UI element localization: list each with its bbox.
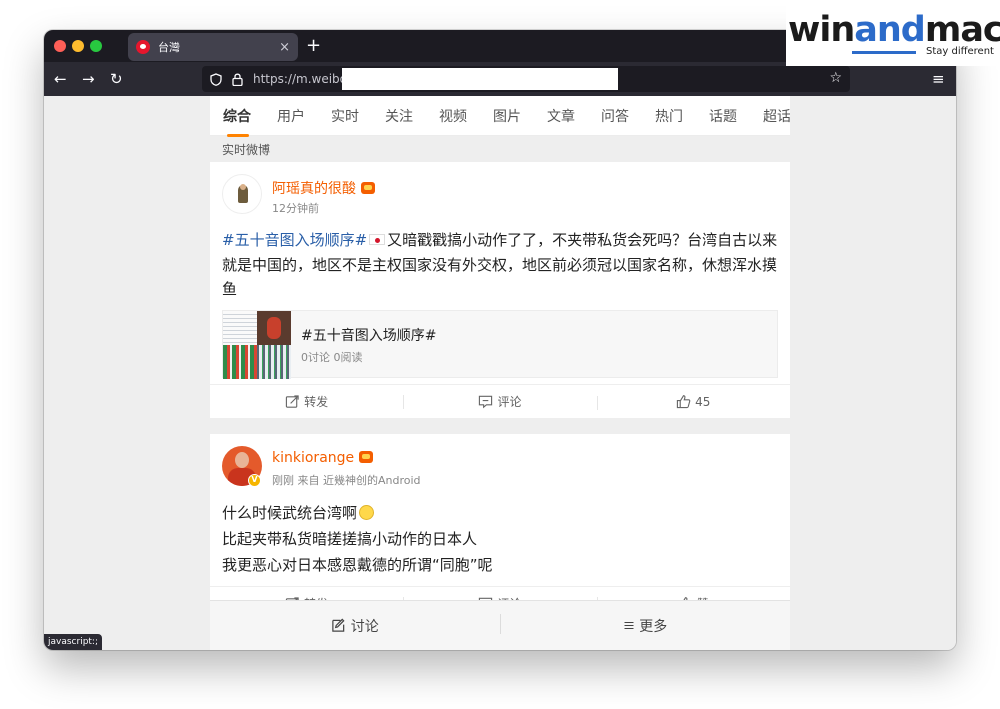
repost-icon [286,395,299,408]
weibo-column: 综合 用户 实时 关注 视频 图片 文章 问答 热门 话题 超话 实时微博 阿瑶… [210,96,790,650]
navigation-bar: ← → ↻ https://m.weibo.cn ☆ ≡ [44,62,956,96]
repost-button[interactable]: 转发 [210,393,403,410]
tab-following[interactable]: 关注 [372,106,426,126]
post-text: #五十音图入场顺序# 又暗戳戳搞小动作了了，不夹带私货会死吗？台湾自古以来就是中国… [222,231,778,298]
topic-link-card[interactable]: #五十音图入场顺序# 0讨论 0阅读 [222,310,778,379]
post-username[interactable]: kinkiorange [272,450,374,466]
post-hashtag-link[interactable]: #五十音图入场顺序# [222,231,367,249]
page-content: 综合 用户 实时 关注 视频 图片 文章 问答 热门 话题 超话 实时微博 阿瑶… [44,96,956,650]
new-tab-button[interactable]: + [306,35,321,56]
tab-super-topics[interactable]: 超话 [750,106,790,126]
browser-tab-active[interactable]: 台灣 × [128,33,298,61]
more-button[interactable]: 更多 [500,613,790,636]
avatar[interactable] [222,174,262,214]
comment-icon [479,395,493,409]
vip-crown-icon [361,182,375,194]
tab-users[interactable]: 用户 [264,106,318,126]
comment-button[interactable]: 评论 [403,393,596,410]
tab-close-icon[interactable]: × [279,40,290,55]
tab-topics[interactable]: 话题 [696,106,750,126]
logo-underline [852,51,916,54]
thinking-emoji-icon [359,505,375,520]
topic-card-title: #五十音图入场顺序# [301,328,437,344]
weibo-favicon-icon [136,40,150,54]
browser-window: 台灣 × + ← → ↻ https://m.weibo.cn ☆ ≡ 综合 用… [44,30,956,650]
tab-comprehensive[interactable]: 综合 [210,106,264,137]
post-text: 什么时候武统台湾啊 比起夹带私货暗搓搓搞小动作的日本人 我更恶心对日本感恩戴德的… [222,504,493,574]
logo-tagline: Stay different [926,46,994,57]
topic-thumbnail [223,311,291,379]
tab-images[interactable]: 图片 [480,106,534,126]
winandmac-logo: winandmac Stay different [786,0,1000,66]
tab-hot[interactable]: 热门 [642,106,696,126]
shield-icon [210,72,222,86]
bottom-action-bar: 讨论 更多 [210,600,790,650]
tab-qa[interactable]: 问答 [588,106,642,126]
post-timestamp: 刚刚 来自 近幾神创的Android [272,474,421,487]
avatar-figure-icon [238,184,248,203]
screenshot-stage: winandmac Stay different 台灣 × + ← → ↻ ht… [0,0,1000,709]
vip-crown-icon [359,451,374,463]
url-redaction [342,68,618,90]
post-timestamp: 12分钟前 [272,202,319,215]
like-button[interactable]: 45 [596,394,790,410]
back-button[interactable]: ← [54,70,67,88]
search-type-tabs: 综合 用户 实时 关注 视频 图片 文章 问答 热门 话题 超话 [210,96,790,137]
tab-videos[interactable]: 视频 [426,106,480,126]
thumbs-up-icon [677,395,691,409]
forward-button[interactable]: → [82,70,95,88]
tab-title: 台灣 [158,41,180,54]
japan-flag-icon [369,234,386,245]
edit-icon [332,618,345,632]
address-bar[interactable]: https://m.weibo.cn ☆ [202,66,850,92]
window-close-button[interactable] [54,40,66,52]
post-username[interactable]: 阿瑶真的很酸 [272,178,375,198]
topic-card-stats: 0讨论 0阅读 [301,351,363,364]
discuss-button[interactable]: 讨论 [210,616,500,636]
tab-realtime[interactable]: 实时 [318,106,372,126]
verified-badge-icon: V [248,474,261,487]
bookmark-star-icon[interactable]: ☆ [829,70,842,86]
status-bar-url: javascript:; [44,634,103,650]
reload-button[interactable]: ↻ [110,70,123,88]
post-action-bar: 转发 评论 45 [210,384,790,418]
window-maximize-button[interactable] [90,40,102,52]
tab-articles[interactable]: 文章 [534,106,588,126]
window-minimize-button[interactable] [72,40,84,52]
menu-lines-icon [624,621,634,629]
hamburger-menu-icon[interactable]: ≡ [932,70,945,88]
weibo-post: 阿瑶真的很酸 12分钟前 #五十音图入场顺序# 又暗戳戳搞小动作了了，不夹带私货会… [210,162,790,418]
logo-wordmark: winandmac [788,10,1000,50]
section-label: 实时微博 [222,143,271,157]
lock-icon [232,73,243,86]
